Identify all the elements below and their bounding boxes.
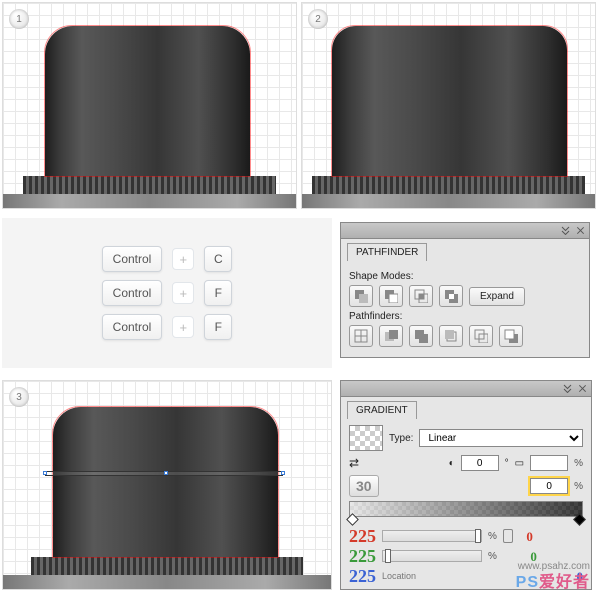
rgb-b-left-value: 225	[349, 566, 376, 587]
angle-input[interactable]	[461, 455, 499, 471]
key-f: F	[204, 280, 232, 306]
opacity-input[interactable]	[530, 478, 568, 494]
shape-modes-label: Shape Modes:	[349, 271, 581, 282]
panel-header[interactable]	[341, 223, 589, 239]
opacity-slider[interactable]	[382, 530, 482, 542]
pathfinder-divide-button[interactable]	[349, 325, 373, 347]
watermark-brand: PS爱好者	[516, 568, 590, 592]
step-badge: 3	[9, 387, 29, 407]
artboard-step-1: 1	[2, 2, 297, 209]
opacity-hint-value: 30	[349, 475, 379, 497]
pathfinder-trim-button[interactable]	[379, 325, 403, 347]
rgb-r-right-value: 0	[519, 529, 533, 543]
percent-label: %	[488, 531, 497, 542]
gradient-stop-left[interactable]	[346, 513, 359, 526]
degree-unit: °	[505, 458, 509, 469]
pathfinder-crop-button[interactable]	[439, 325, 463, 347]
pathfinder-minus-back-button[interactable]	[499, 325, 523, 347]
plus-icon: +	[172, 282, 194, 304]
pathfinder-outline-button[interactable]	[469, 325, 493, 347]
gradient-type-select[interactable]: Linear	[419, 429, 583, 447]
shapemode-intersect-button[interactable]	[409, 285, 433, 307]
percent-label: %	[574, 481, 583, 492]
aspect-input[interactable]	[530, 455, 568, 471]
selection-outline	[52, 406, 279, 558]
selection-band[interactable]	[45, 471, 283, 476]
plus-icon: +	[172, 248, 194, 270]
lens-base	[3, 194, 296, 208]
collapse-icon[interactable]	[561, 226, 570, 235]
anchor-point[interactable]	[281, 471, 285, 475]
plus-icon: +	[172, 316, 194, 338]
gradient-panel: GRADIENT Type: Linear ⇄ ◐ ° ▭ % 30 %	[340, 380, 592, 590]
gradient-swatch[interactable]	[349, 425, 383, 451]
key-f: F	[204, 314, 232, 340]
lens-base	[302, 194, 595, 208]
key-control: Control	[102, 280, 163, 306]
lens-cap-shape[interactable]	[53, 407, 278, 557]
close-icon[interactable]	[576, 226, 585, 235]
panel-title[interactable]: PATHFINDER	[347, 243, 427, 261]
percent-label: %	[574, 458, 583, 469]
shapemode-minus-front-button[interactable]	[379, 285, 403, 307]
selection-outline	[44, 25, 251, 177]
lens-cap-shape[interactable]	[45, 26, 250, 176]
key-control: Control	[102, 314, 163, 340]
gradient-ramp[interactable]	[349, 501, 583, 517]
lens-base	[3, 575, 331, 589]
rgb-r-left-value: 225	[349, 526, 376, 547]
collapse-icon[interactable]	[563, 384, 572, 393]
reverse-gradient-icon[interactable]: ⇄	[349, 456, 359, 470]
panel-title[interactable]: GRADIENT	[347, 401, 417, 419]
artboard-step-2: 2	[301, 2, 596, 209]
shortcut-row: Control + C	[102, 246, 233, 272]
selection-outline	[331, 25, 568, 177]
rgb-g-left-value: 225	[349, 546, 376, 567]
key-c: C	[204, 246, 232, 272]
gradient-stop-right[interactable]	[573, 513, 586, 526]
angle-icon: ◐	[449, 458, 455, 469]
anchor-point[interactable]	[164, 471, 168, 475]
shapemode-unite-button[interactable]	[349, 285, 373, 307]
pathfinders-label: Pathfinders:	[349, 311, 581, 322]
type-label: Type:	[389, 433, 413, 444]
expand-button[interactable]: Expand	[469, 287, 525, 306]
shapemode-exclude-button[interactable]	[439, 285, 463, 307]
shortcut-row: Control + F	[102, 314, 233, 340]
key-control: Control	[102, 246, 163, 272]
close-icon[interactable]	[578, 384, 587, 393]
pathfinder-panel: PATHFINDER Shape Modes: Expand Pathfinde…	[340, 222, 590, 358]
shortcut-row: Control + F	[102, 280, 233, 306]
anchor-point[interactable]	[43, 471, 47, 475]
artboard-step-3: 3	[2, 380, 332, 590]
pathfinder-merge-button[interactable]	[409, 325, 433, 347]
location-label: Location	[382, 571, 482, 581]
location-slider[interactable]	[382, 550, 482, 562]
shortcuts-card: Control + C Control + F Control + F	[2, 218, 332, 368]
link-icon[interactable]	[503, 529, 513, 543]
lens-cap-shape[interactable]	[332, 26, 567, 176]
aspect-icon: ▭	[515, 458, 524, 469]
percent-label: %	[488, 551, 497, 562]
step-badge: 1	[9, 9, 29, 29]
step-badge: 2	[308, 9, 328, 29]
panel-header[interactable]	[341, 381, 591, 397]
